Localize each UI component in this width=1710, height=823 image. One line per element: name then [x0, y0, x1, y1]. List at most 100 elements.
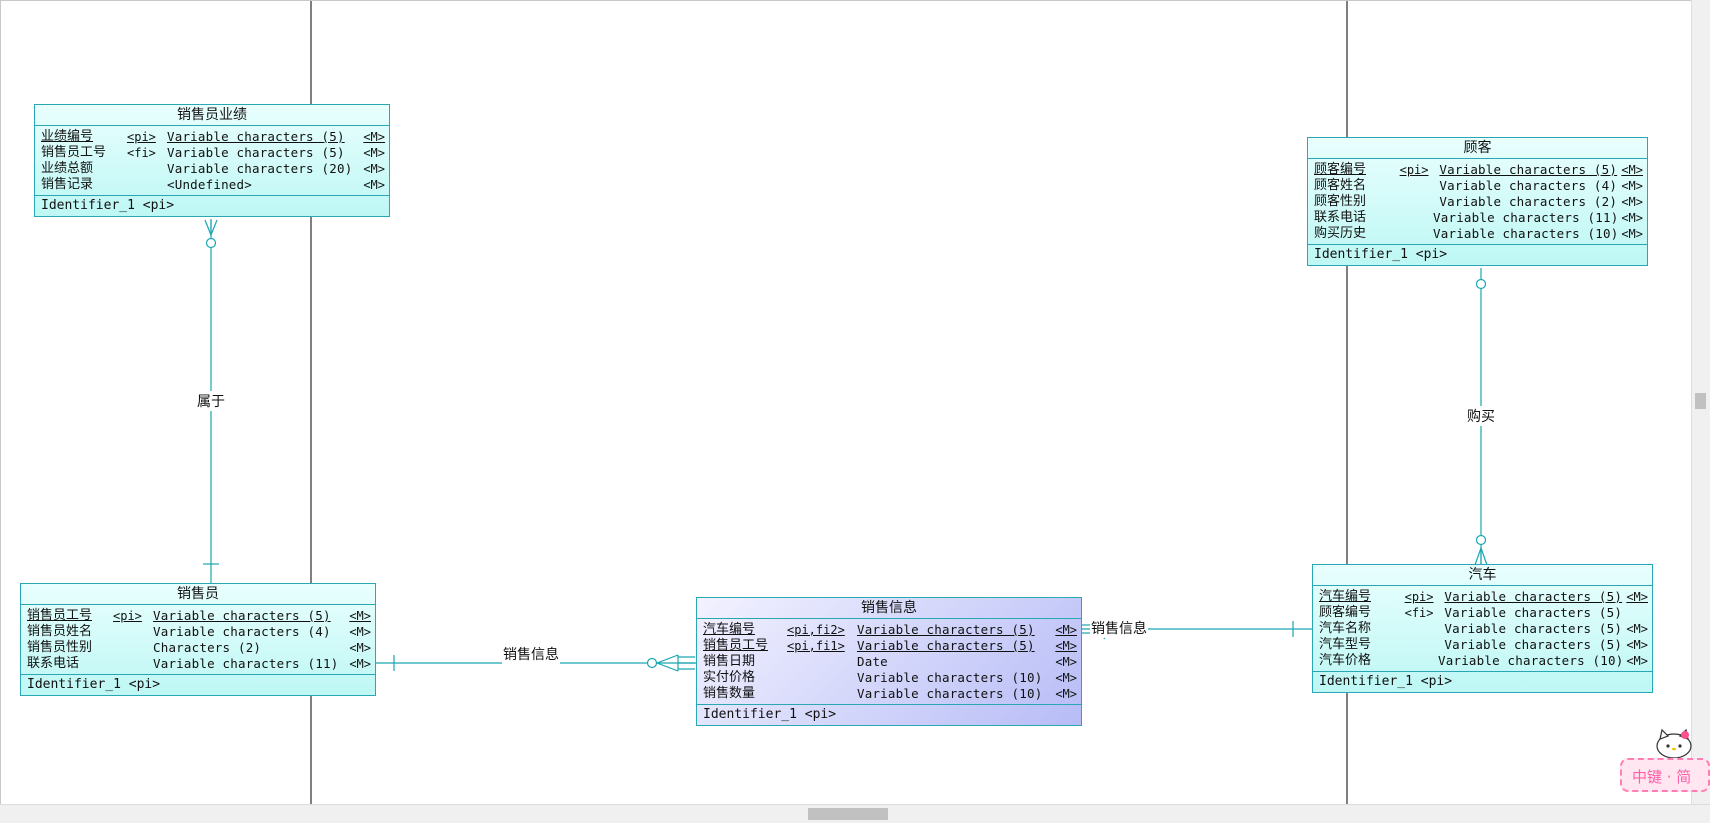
attribute-row[interactable]: 销售员姓名 Variable characters (4) <M>: [27, 624, 371, 640]
attribute-type: Date: [857, 654, 888, 669]
belongs-crow-1: [204, 219, 212, 236]
attribute-row[interactable]: 汽车价格 Variable characters (10) <M>: [1319, 653, 1648, 669]
attribute-name: 顾客编号: [1319, 605, 1372, 620]
attribute-row[interactable]: 业绩编号 <pi> Variable characters (5) <M>: [41, 129, 385, 145]
entity-sales-info[interactable]: 销售信息 汽车编号 <pi,fi2> Variable characters (5)…: [696, 597, 1082, 726]
attribute-row[interactable]: 业绩总额 Variable characters (20) <M>: [41, 161, 385, 177]
attribute-mandatory: <M>: [1621, 195, 1643, 209]
attribute-row[interactable]: 汽车名称 Variable characters (5) <M>: [1319, 621, 1648, 637]
horizontal-scrollbar[interactable]: [0, 804, 1710, 823]
attribute-key: <fi>: [127, 146, 156, 160]
attribute-mandatory: <M>: [349, 641, 371, 655]
attribute-row[interactable]: 购买历史 Variable characters (10) <M>: [1314, 226, 1643, 242]
attribute-type: Characters (2): [153, 640, 262, 655]
buys-crow: [1474, 547, 1482, 566]
attribute-name: 销售记录: [41, 177, 94, 192]
buys-optional-circle: [1475, 278, 1487, 290]
entity-title: 销售员: [21, 584, 375, 605]
relationship-label-sales-left[interactable]: 销售信息: [502, 644, 560, 664]
attribute-row[interactable]: 汽车编号 <pi,fi2> Variable characters (5) <M>: [703, 622, 1077, 638]
attribute-mandatory: <M>: [1621, 163, 1643, 177]
attribute-name: 业绩总额: [41, 161, 94, 176]
attribute-row[interactable]: 联系电话 Variable characters (11) <M>: [27, 656, 371, 672]
attribute-key: [1405, 621, 1445, 637]
identifier: Identifier_1 <pi>: [41, 198, 175, 213]
attribute-row[interactable]: 顾客姓名 Variable characters (4) <M>: [1314, 178, 1643, 194]
entity-customer[interactable]: 顾客 顾客编号 <pi> Variable characters (5) <M> 顾客姓…: [1307, 137, 1648, 266]
entity-title: 销售员业绩: [35, 105, 389, 126]
attribute-row[interactable]: 汽车型号 Variable characters (5) <M>: [1319, 637, 1648, 653]
attribute-row[interactable]: 顾客编号 <fi> Variable characters (5): [1319, 605, 1648, 621]
attribute-list: 顾客编号 <pi> Variable characters (5) <M> 顾客姓名 Va…: [1308, 159, 1647, 245]
attribute-row[interactable]: 实付价格 Variable characters (10) <M>: [703, 670, 1077, 686]
attribute-row[interactable]: 销售员工号 <fi> Variable characters (5) <M>: [41, 145, 385, 161]
attribute-name: 业绩编号: [41, 129, 94, 144]
attribute-key: [127, 161, 167, 177]
attribute-row[interactable]: 销售员工号 <pi> Variable characters (5) <M>: [27, 608, 371, 624]
entity-car[interactable]: 汽车 汽车编号 <pi> Variable characters (5) <M> 顾客编…: [1312, 564, 1653, 693]
attribute-mandatory: <M>: [1626, 638, 1648, 652]
attribute-key: [787, 654, 857, 670]
vertical-scrollbar[interactable]: [1691, 0, 1710, 805]
attribute-mandatory: <M>: [363, 146, 385, 160]
attribute-key: [1400, 178, 1440, 194]
attribute-row[interactable]: 销售日期 Date <M>: [703, 654, 1077, 670]
attribute-mandatory: <M>: [349, 609, 371, 623]
identifier: Identifier_1 <pi>: [27, 677, 161, 692]
attribute-key: [113, 656, 153, 672]
attribute-name: 销售员性别: [27, 640, 93, 655]
attribute-key: [787, 670, 857, 686]
attribute-key: [127, 177, 167, 193]
attribute-name: 汽车型号: [1319, 637, 1372, 652]
attribute-row[interactable]: 顾客性别 Variable characters (2) <M>: [1314, 194, 1643, 210]
attribute-name: 销售员工号: [27, 608, 93, 623]
attribute-type: Variable characters (5): [167, 129, 345, 144]
vertical-scroll-thumb[interactable]: [1695, 393, 1706, 409]
relationship-label-sales-right[interactable]: 销售信息: [1090, 618, 1148, 638]
attribute-row[interactable]: 销售员工号 <pi,fi1> Variable characters (5) <M>: [703, 638, 1077, 654]
attribute-row[interactable]: 顾客编号 <pi> Variable characters (5) <M>: [1314, 162, 1643, 178]
attribute-key: [113, 624, 153, 640]
relationship-label-belongs[interactable]: 属于: [196, 391, 226, 411]
attribute-name: 顾客性别: [1314, 194, 1367, 209]
attribute-row[interactable]: 联系电话 Variable characters (11) <M>: [1314, 210, 1643, 226]
attribute-type: Variable characters (2): [1439, 194, 1618, 209]
attribute-key: <pi,fi1>: [787, 639, 845, 653]
attribute-name: 汽车编号: [1319, 589, 1372, 604]
relationship-label-buys[interactable]: 购买: [1466, 406, 1496, 426]
attribute-row[interactable]: 汽车编号 <pi> Variable characters (5) <M>: [1319, 589, 1648, 605]
attribute-key: <fi>: [1404, 606, 1434, 620]
horizontal-scroll-thumb[interactable]: [808, 808, 888, 820]
ime-status-bar[interactable]: 中键 · 简: [1620, 758, 1710, 792]
attribute-type: Variable characters (10): [857, 670, 1043, 685]
attribute-row[interactable]: 销售记录 <Undefined> <M>: [41, 177, 385, 193]
attribute-name: 销售员工号: [41, 145, 107, 160]
attribute-key: [1400, 653, 1438, 669]
attribute-list: 汽车编号 <pi> Variable characters (5) <M> 顾客编号 <f…: [1313, 586, 1652, 672]
attribute-key: [1395, 226, 1433, 242]
entity-title: 汽车: [1313, 565, 1652, 586]
diagram-canvas[interactable]: 销售员业绩 业绩编号 <pi> Variable characters (5) <M>…: [0, 0, 1693, 806]
entity-sales-performance[interactable]: 销售员业绩 业绩编号 <pi> Variable characters (5) <M>…: [34, 104, 390, 217]
attribute-key: [787, 686, 857, 702]
entity-salesperson[interactable]: 销售员 销售员工号 <pi> Variable characters (5) <M> 销…: [20, 583, 376, 696]
attribute-row[interactable]: 销售员性别 Characters (2) <M>: [27, 640, 371, 656]
identifier: Identifier_1 <pi>: [1314, 247, 1448, 262]
attribute-type: Variable characters (4): [1439, 178, 1618, 193]
attribute-mandatory: <M>: [1626, 590, 1648, 604]
attribute-mandatory: <M>: [1621, 227, 1643, 241]
attribute-key: <pi>: [127, 130, 156, 144]
attribute-name: 购买历史: [1314, 226, 1367, 241]
attribute-row[interactable]: 销售数量 Variable characters (10) <M>: [703, 686, 1077, 702]
attribute-name: 销售日期: [703, 654, 756, 669]
attribute-type: Variable characters (10): [857, 686, 1043, 701]
attribute-type: Variable characters (5): [1444, 621, 1623, 636]
attribute-mandatory: <M>: [363, 178, 385, 192]
attribute-name: 销售数量: [703, 686, 756, 701]
attribute-mandatory: <M>: [1055, 639, 1077, 653]
attribute-type: Variable characters (5): [1439, 162, 1618, 177]
attribute-key: [1395, 210, 1433, 226]
attribute-mandatory: <M>: [1055, 687, 1077, 701]
entity-title: 销售信息: [697, 598, 1081, 619]
attribute-name: 汽车编号: [703, 622, 756, 637]
